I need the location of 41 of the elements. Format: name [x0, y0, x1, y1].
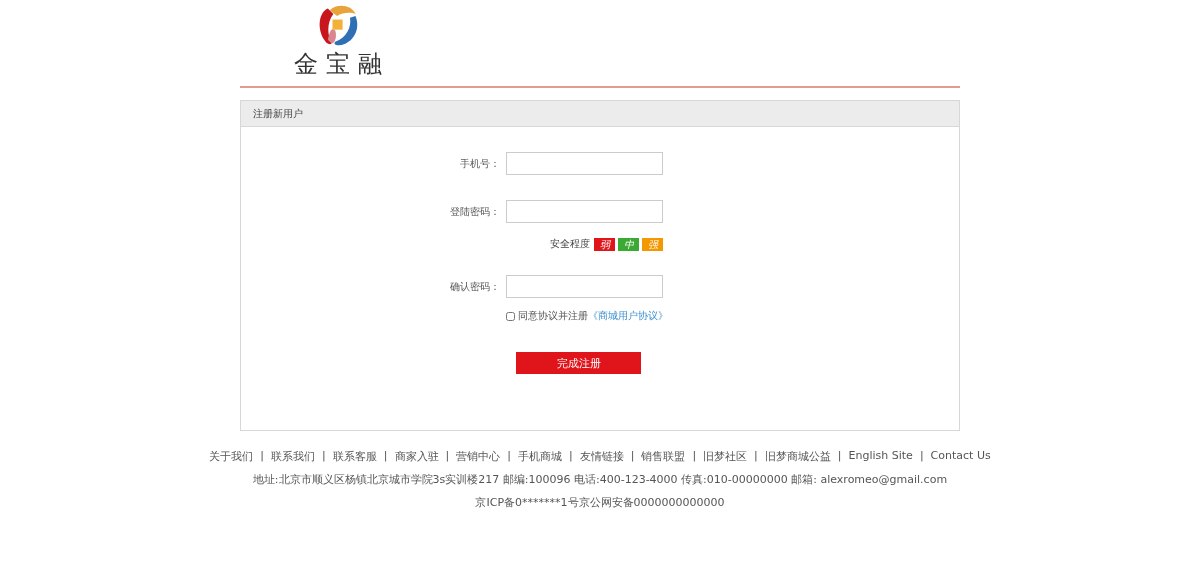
separator: | [445, 449, 450, 464]
input-field[interactable] [506, 152, 663, 175]
separator: | [260, 449, 265, 464]
separator: | [383, 449, 388, 464]
strength-tier: 中 [618, 237, 639, 251]
address-text: 地址:北京市顺义区杨镇北京城市学院3s实训楼217 邮编:100096 电话:400-123-4000 传真:010-00000000 邮箱: alexromeo@gmail.com [251, 472, 949, 487]
footer-link[interactable]: 营销中心 [456, 449, 501, 464]
agreement-link[interactable]: 《商城用户协议》 [588, 309, 668, 323]
footer-link[interactable]: 友情链接 [579, 449, 624, 464]
separator: | [630, 449, 635, 464]
footer-link[interactable]: 商家入驻 [394, 449, 439, 464]
strength-tier: 强 [642, 237, 663, 251]
separator: | [919, 449, 924, 464]
footer-link[interactable]: 手机商城 [517, 449, 562, 464]
logo-text: 金 宝 融 [294, 49, 382, 79]
agree-checkbox[interactable] [506, 311, 515, 321]
footer-link[interactable]: 关于我们 [209, 449, 254, 464]
input-field[interactable] [506, 200, 663, 223]
input-field[interactable] [506, 275, 663, 298]
separator: | [322, 449, 326, 464]
strength-tier: 弱 [594, 237, 615, 251]
separator: | [692, 449, 697, 464]
separator: | [754, 449, 758, 464]
footer-link[interactable]: Contact Us [930, 449, 991, 464]
field-label: 确认密码： [449, 279, 500, 294]
footer-link[interactable]: 旧梦社区 [703, 449, 748, 464]
footer-link[interactable]: 联系客服 [332, 449, 377, 464]
panel-title: 注册新用户 [253, 108, 303, 119]
strength-label: 安全程度 [550, 237, 590, 251]
field-label: 登陆密码： [449, 204, 500, 219]
icp-text: 京ICP备0*******1号京公网安备0000000000000 [474, 495, 726, 510]
footer-link[interactable]: English Site [848, 449, 913, 464]
separator: | [507, 449, 511, 464]
footer-link[interactable]: 旧梦商城公益 [764, 449, 831, 464]
field-label: 手机号： [459, 156, 500, 171]
separator: | [837, 449, 842, 464]
footer-link[interactable]: 销售联盟 [641, 449, 686, 464]
submit-button[interactable]: 完成注册 [516, 352, 641, 374]
separator: | [568, 449, 573, 464]
footer-link[interactable]: 联系我们 [271, 449, 316, 464]
agree-text: 同意协议并注册 [518, 309, 588, 323]
